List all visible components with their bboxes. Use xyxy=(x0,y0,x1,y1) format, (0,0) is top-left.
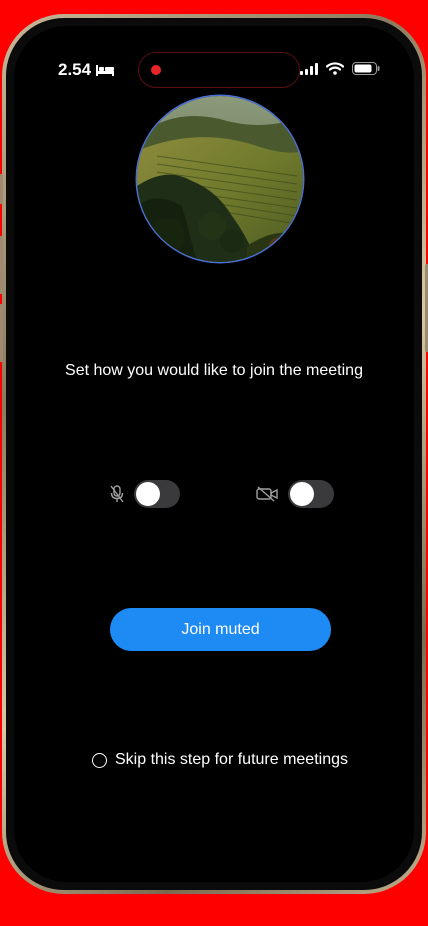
clock-text: 2.54 xyxy=(58,60,92,79)
mic-off-icon xyxy=(110,485,124,503)
skip-radio-button[interactable] xyxy=(92,752,107,768)
battery-icon xyxy=(352,62,380,75)
phone-frame: 2.54 Set how you would like to join the … xyxy=(0,14,428,894)
status-time: 2.54 xyxy=(58,60,115,80)
wifi-icon xyxy=(326,62,344,75)
join-muted-button[interactable]: Join muted xyxy=(110,608,331,651)
camera-toggle[interactable] xyxy=(288,480,334,508)
action-button xyxy=(0,174,3,204)
landscape-image xyxy=(137,96,303,262)
dynamic-island xyxy=(138,52,300,88)
camera-toggle-group xyxy=(256,480,334,508)
skip-label: Skip this step for future meetings xyxy=(115,751,348,768)
microphone-toggle[interactable] xyxy=(134,480,180,508)
volume-down-button xyxy=(0,304,3,362)
skip-step-option[interactable]: Skip this step for future meetings xyxy=(92,751,348,769)
status-indicators xyxy=(300,62,380,75)
camera-toggle-knob xyxy=(290,482,314,506)
recording-dot-icon xyxy=(151,65,161,75)
bed-icon xyxy=(96,65,115,76)
screen: 2.54 Set how you would like to join the … xyxy=(14,26,414,882)
join-prompt-text: Set how you would like to join the meeti… xyxy=(65,362,363,379)
volume-up-button xyxy=(0,236,3,294)
camera-off-icon xyxy=(256,486,278,502)
video-preview-avatar xyxy=(137,96,303,262)
microphone-toggle-group xyxy=(110,480,180,508)
microphone-toggle-knob xyxy=(136,482,160,506)
signal-icon xyxy=(300,62,318,75)
